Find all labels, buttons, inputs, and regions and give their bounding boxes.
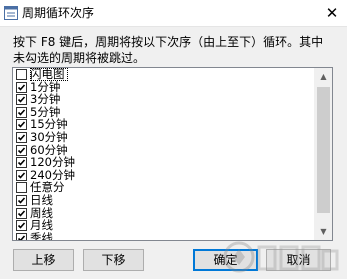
list-item[interactable]: 3分钟 [13, 93, 317, 106]
checkbox-unchecked-icon[interactable] [16, 182, 27, 194]
scrollbar-thumb[interactable] [317, 87, 330, 213]
list-item-label: 季线 [30, 230, 53, 241]
instructions-text: 按下 F8 键后，周期将按以下次序（由上至下）循环。其中 未勾选的周期将被跳过。 [13, 35, 324, 65]
list-item-label: 闪电图 [30, 68, 68, 81]
list-item-label: 120分钟 [30, 155, 75, 170]
window-title: 周期循环次序 [22, 6, 95, 20]
checkbox-checked-icon[interactable] [16, 94, 27, 106]
list-item[interactable]: 周线 [13, 206, 317, 220]
list-item[interactable]: 月线 [13, 219, 317, 232]
checkbox-checked-icon[interactable] [16, 157, 27, 169]
list-item[interactable]: 闪电图 [13, 68, 317, 81]
list-item[interactable]: 任意分 [13, 181, 317, 194]
title-bar: 周期循环次序 ✕ [0, 0, 347, 27]
list-item-label: 30分钟 [30, 129, 68, 144]
checkbox-checked-icon[interactable] [16, 169, 27, 181]
watermark-logo [223, 241, 339, 273]
period-items: 闪电图 1分钟 3分钟 5分钟 15分钟 30分钟 60分钟 120分钟 240分钟 任意分 日线周… [13, 68, 317, 241]
checkbox-checked-icon[interactable] [16, 220, 27, 232]
period-list[interactable]: 闪电图 1分钟 3分钟 5分钟 15分钟 30分钟 60分钟 120分钟 240分钟 任意分 日线周… [12, 67, 333, 241]
checkbox-checked-icon[interactable] [16, 207, 27, 219]
list-item-label: 月线 [30, 218, 53, 233]
list-item-label: 日线 [30, 192, 53, 207]
list-item[interactable]: 日线 [13, 194, 317, 207]
checkbox-checked-icon[interactable] [16, 119, 27, 131]
list-item-label: 3分钟 [30, 92, 61, 107]
close-button[interactable]: ✕ [321, 3, 343, 23]
list-item[interactable]: 30分钟 [13, 131, 317, 144]
list-item[interactable]: 120分钟 [13, 156, 317, 169]
move-up-button[interactable]: 上移 [13, 249, 74, 271]
checkbox-checked-icon[interactable] [16, 131, 27, 143]
checkbox-checked-icon[interactable] [16, 194, 27, 206]
move-down-button[interactable]: 下移 [83, 249, 144, 271]
checkbox-checked-icon[interactable] [16, 81, 27, 93]
scroll-up-arrow-icon[interactable]: ▲ [315, 68, 332, 85]
vertical-scrollbar[interactable]: ▲ ▼ [314, 68, 332, 240]
checkbox-checked-icon[interactable] [16, 144, 27, 156]
checkbox-checked-icon[interactable] [16, 106, 27, 118]
checkbox-checked-icon[interactable] [16, 232, 27, 240]
app-icon [4, 6, 18, 20]
checkbox-unchecked-icon[interactable] [16, 69, 27, 80]
